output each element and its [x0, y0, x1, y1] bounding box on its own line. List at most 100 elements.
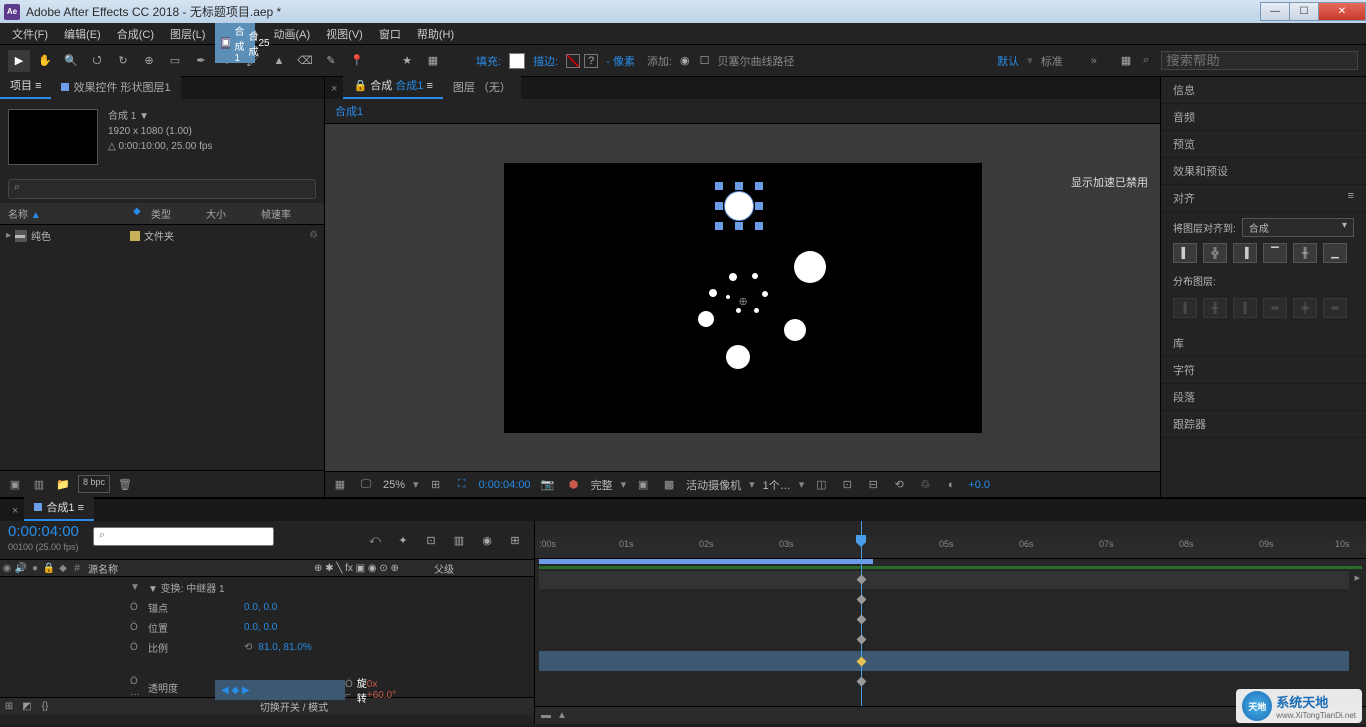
menu-window[interactable]: 窗口: [371, 23, 409, 45]
orbit-tool[interactable]: ⭯: [86, 50, 108, 72]
stroke-help[interactable]: ?: [584, 54, 598, 68]
project-search[interactable]: [8, 179, 316, 199]
keyframe-icon[interactable]: [857, 635, 867, 645]
fill-label[interactable]: 填充:: [476, 53, 501, 69]
shape-tool[interactable]: ★: [396, 50, 418, 72]
align-top[interactable]: ▔: [1263, 243, 1287, 263]
default-ws[interactable]: 默认: [997, 53, 1019, 69]
workspace-icon[interactable]: ▦: [1121, 54, 1131, 67]
minimize-button[interactable]: —: [1260, 2, 1290, 21]
tl-c4[interactable]: ▥: [448, 529, 470, 551]
interpret-icon[interactable]: ▣: [6, 475, 24, 493]
menu-anim[interactable]: 动画(A): [266, 23, 319, 45]
tab-project[interactable]: 项目 ≡: [0, 73, 51, 99]
layer-bar[interactable]: [539, 571, 1349, 589]
panel-paragraph[interactable]: 段落: [1161, 384, 1366, 411]
newcomp-icon[interactable]: ▥: [30, 475, 48, 493]
menu-layer[interactable]: 图层(L): [162, 23, 213, 45]
v4-icon[interactable]: ⟲: [890, 476, 908, 494]
workarea-bar[interactable]: [539, 559, 873, 564]
eraser-tool[interactable]: ⌫: [294, 50, 316, 72]
channel-icon[interactable]: ⬢: [565, 476, 583, 494]
close-button[interactable]: ✕: [1318, 2, 1366, 21]
rotate-tool[interactable]: ↻: [112, 50, 134, 72]
project-row-comp[interactable]: ▣ 合成 1 合成 25: [215, 23, 255, 63]
zoom-tool[interactable]: 🔍: [60, 50, 82, 72]
tl-f3[interactable]: {}: [36, 698, 54, 716]
solo-col[interactable]: ●: [28, 563, 42, 574]
v2-icon[interactable]: ⊡: [838, 476, 856, 494]
align-right[interactable]: ▐: [1233, 243, 1257, 263]
stroke-label[interactable]: 描边:: [533, 53, 558, 69]
eye-col[interactable]: ◉: [0, 563, 14, 574]
selection-tool[interactable]: ▶: [8, 50, 30, 72]
bezier-check[interactable]: ☐: [700, 54, 710, 67]
pen-tool[interactable]: ✒: [190, 50, 212, 72]
zoom-dropdown[interactable]: 25%: [383, 479, 405, 491]
timeline-tab[interactable]: 合成1 ≡: [24, 495, 94, 521]
grid-icon[interactable]: ▦: [331, 476, 349, 494]
tl-c6[interactable]: ⊞: [504, 529, 526, 551]
panel-info[interactable]: 信息: [1161, 77, 1366, 104]
trash-icon[interactable]: 🗑: [116, 475, 134, 493]
hand-tool[interactable]: ✋: [34, 50, 56, 72]
tl-f2[interactable]: ◩: [18, 698, 36, 716]
parent-col[interactable]: 父级: [434, 561, 534, 576]
menu-view[interactable]: 视图(V): [318, 23, 371, 45]
tag-col[interactable]: ◆: [56, 563, 70, 574]
fill-swatch[interactable]: [509, 53, 525, 69]
puppet-tool[interactable]: 📍: [346, 50, 368, 72]
align-hcenter[interactable]: ╬: [1203, 243, 1227, 263]
panel-preview[interactable]: 预览: [1161, 131, 1366, 158]
search-help[interactable]: [1161, 51, 1358, 70]
stroke-swatch[interactable]: [566, 54, 580, 68]
audio-col[interactable]: 🔊: [14, 563, 28, 574]
project-row-folder[interactable]: ▸ ▬ 纯色 文件夹 ♲: [0, 225, 324, 246]
panel-effects[interactable]: 效果和预设: [1161, 158, 1366, 185]
comp-breadcrumb[interactable]: 合成1: [335, 106, 363, 118]
menu-edit[interactable]: 编辑(E): [56, 23, 109, 45]
v1-icon[interactable]: ◫: [812, 476, 830, 494]
keyframe-icon[interactable]: [857, 677, 867, 687]
more-ws[interactable]: »: [1091, 55, 1097, 67]
tl-c2[interactable]: ✦: [392, 529, 414, 551]
exposure[interactable]: +0.0: [968, 479, 990, 491]
maximize-button[interactable]: ☐: [1289, 2, 1319, 21]
roi-icon[interactable]: ▣: [634, 476, 652, 494]
exp-icon[interactable]: ◐: [942, 476, 960, 494]
stroke-px[interactable]: - 像素: [606, 53, 635, 69]
snapshot-icon[interactable]: 📷: [539, 476, 557, 494]
tl-c3[interactable]: ⊡: [420, 529, 442, 551]
tab-layer-view[interactable]: 图层 （无）: [443, 75, 521, 99]
viewer-time[interactable]: 0:00:04:00: [479, 479, 531, 491]
panel-character[interactable]: 字符: [1161, 357, 1366, 384]
res-icon[interactable]: ⊞: [427, 476, 445, 494]
add-button[interactable]: ◉: [680, 54, 690, 67]
safe-icon[interactable]: ⛶: [453, 476, 471, 494]
panel-align[interactable]: 对齐≡: [1161, 185, 1366, 212]
tab-comp-view[interactable]: 🔒 合成 合成1 ≡: [343, 73, 442, 99]
stamp-tool[interactable]: ▲: [268, 50, 290, 72]
views-dropdown[interactable]: 1个…: [763, 477, 791, 493]
menu-help[interactable]: 帮助(H): [409, 23, 462, 45]
marker-icon[interactable]: ▸: [1354, 571, 1360, 584]
res-dropdown[interactable]: 完整: [591, 477, 613, 493]
trans-icon[interactable]: ▩: [660, 476, 678, 494]
timeline-search[interactable]: [93, 527, 274, 546]
comp-thumbnail[interactable]: [8, 109, 98, 165]
monitor-icon[interactable]: 🖵: [357, 476, 375, 494]
standard-ws[interactable]: 标准: [1041, 53, 1063, 69]
bpc-button[interactable]: 8 bpc: [78, 475, 110, 493]
newfolder-icon[interactable]: 📁: [54, 475, 72, 493]
align-to-dropdown[interactable]: 合成▾: [1242, 218, 1354, 237]
cam-dropdown[interactable]: 活动摄像机: [686, 477, 741, 493]
toggle-switches[interactable]: 切换开关 / 模式: [54, 699, 534, 714]
mask-tool[interactable]: ▦: [422, 50, 444, 72]
tl-c1[interactable]: ⤺: [364, 529, 386, 551]
anchor-tool[interactable]: ⊕: [138, 50, 160, 72]
flow-icon[interactable]: ♲: [309, 230, 318, 241]
align-left[interactable]: ▌: [1173, 243, 1197, 263]
keyframe-icon[interactable]: [857, 615, 867, 625]
kf-nav[interactable]: ◀ ◆ ▶: [221, 685, 250, 696]
v3-icon[interactable]: ⊟: [864, 476, 882, 494]
